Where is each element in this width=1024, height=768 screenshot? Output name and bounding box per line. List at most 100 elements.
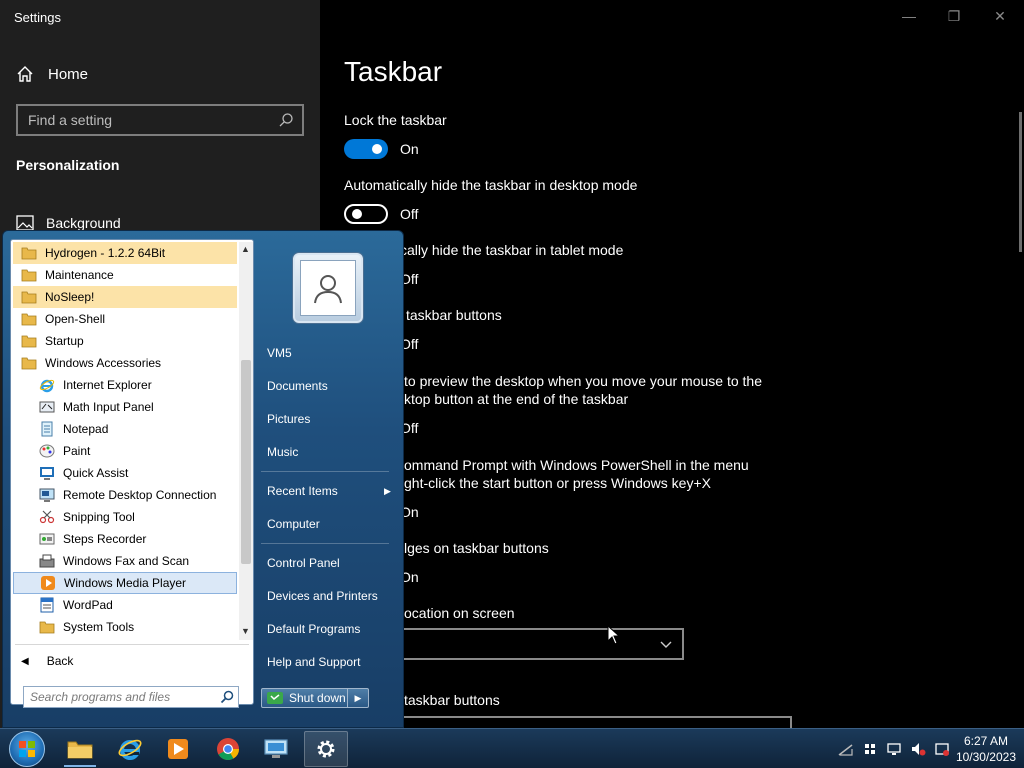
program-list-item[interactable]: NoSleep! (13, 286, 237, 308)
display-icon[interactable] (886, 741, 902, 757)
program-list-item[interactable]: Quick Assist (13, 462, 237, 484)
action-center-icon[interactable] (934, 741, 950, 757)
scroll-up-icon[interactable]: ▲ (241, 244, 250, 254)
lock-taskbar-toggle[interactable] (344, 139, 388, 159)
lock-taskbar-state: On (400, 141, 419, 157)
search-icon[interactable] (278, 112, 294, 128)
find-setting-input[interactable] (28, 112, 268, 128)
minimize-button[interactable]: — (895, 6, 923, 26)
sidebar-item-background[interactable]: Background (16, 215, 121, 231)
program-list-item[interactable]: Math Input Panel (13, 396, 237, 418)
taskbar-settings[interactable] (304, 731, 348, 767)
settings-scrollbar[interactable] (1019, 112, 1022, 252)
system-clock[interactable]: 6:27 AM 10/30/2023 (956, 733, 1016, 765)
clock-date: 10/30/2023 (955, 750, 1016, 764)
back-button[interactable]: ◀ Back (21, 654, 73, 668)
volume-muted-icon[interactable] (910, 741, 926, 757)
ie-icon (39, 377, 55, 393)
program-label: Windows Accessories (45, 356, 162, 370)
documents-link[interactable]: Documents (267, 379, 328, 393)
program-label: Steps Recorder (63, 532, 147, 546)
program-list-item[interactable]: System Tools (13, 616, 237, 638)
find-setting-search[interactable] (16, 104, 304, 136)
programs-scrollbar[interactable]: ▲ ▼ (239, 242, 253, 640)
program-list-item[interactable]: Snipping Tool (13, 506, 237, 528)
chrome-icon (217, 738, 239, 760)
folder-icon (21, 311, 37, 327)
computer-link[interactable]: Computer (267, 517, 320, 531)
math-icon (39, 399, 55, 415)
folder-icon (21, 267, 37, 283)
autohide-desktop-toggle[interactable] (344, 204, 388, 224)
scroll-down-icon[interactable]: ▼ (241, 626, 250, 636)
program-list-item[interactable]: Paint (13, 440, 237, 462)
program-label: Internet Explorer (63, 378, 152, 392)
taskbar-chrome[interactable] (206, 731, 250, 767)
program-list-item[interactable]: Notepad (13, 418, 237, 440)
divider (261, 543, 389, 544)
help-support-link[interactable]: Help and Support (267, 655, 360, 669)
user-folder-link[interactable]: VM5 (267, 346, 292, 360)
pictures-link[interactable]: Pictures (267, 412, 310, 426)
peek-label-line2: ktop button at the end of the taskbar (404, 391, 629, 407)
combine-label: taskbar buttons (404, 692, 500, 708)
program-list-item[interactable]: Maintenance (13, 264, 237, 286)
scroll-thumb[interactable] (241, 360, 251, 564)
program-list-item[interactable]: Remote Desktop Connection (13, 484, 237, 506)
clock-time: 6:27 AM (963, 734, 1008, 748)
program-list-item[interactable]: Windows Fax and Scan (13, 550, 237, 572)
start-button[interactable] (9, 731, 45, 767)
program-label: Paint (63, 444, 91, 458)
divider (261, 471, 389, 472)
taskbar-media-player[interactable] (156, 731, 200, 767)
shutdown-button[interactable]: Shut down (262, 689, 348, 707)
paint-icon (39, 443, 55, 459)
restore-button[interactable]: ❐ (940, 6, 968, 26)
folder-icon (21, 333, 37, 349)
autohide-tablet-label: cally hide the taskbar in tablet mode (400, 242, 624, 258)
program-list-item[interactable]: Hydrogen - 1.2.2 64Bit (13, 242, 237, 264)
program-label: Quick Assist (63, 466, 129, 480)
program-list-item[interactable]: Windows Accessories (13, 352, 237, 374)
network-disconnected-icon[interactable] (838, 741, 854, 757)
programs-panel: Hydrogen - 1.2.2 64Bit Maintenance NoSleep… (10, 239, 254, 708)
control-panel-link[interactable]: Control Panel (267, 556, 340, 570)
recent-items-link[interactable]: Recent Items (267, 484, 338, 498)
taskbar-file-explorer[interactable] (58, 731, 102, 767)
shutdown-options-arrow[interactable]: ▶ (348, 689, 368, 707)
user-picture[interactable] (293, 253, 363, 323)
close-button[interactable]: ✕ (986, 6, 1014, 26)
location-label: ocation on screen (404, 605, 515, 621)
folder-icon (21, 355, 37, 371)
program-list-item[interactable]: Startup (13, 330, 237, 352)
program-label: WordPad (63, 598, 113, 612)
shutdown-button-group: Shut down ▶ (261, 688, 369, 708)
back-arrow-icon: ◀ (21, 655, 29, 667)
wordpad-icon (39, 597, 55, 613)
start-search-input[interactable] (30, 690, 210, 704)
assist-icon (39, 465, 55, 481)
devices-printers-link[interactable]: Devices and Printers (267, 589, 378, 603)
snip-icon (39, 509, 55, 525)
home-nav-item[interactable]: Home (16, 62, 88, 86)
taskbar-remote-desktop[interactable] (254, 731, 298, 767)
shutdown-label: Shut down (289, 691, 346, 705)
mouse-cursor-icon (607, 625, 621, 645)
notepad-icon (39, 421, 55, 437)
program-list-item[interactable]: Windows Media Player (13, 572, 237, 594)
search-icon[interactable] (220, 690, 234, 704)
program-label: Remote Desktop Connection (63, 488, 217, 502)
program-list-item[interactable]: Steps Recorder (13, 528, 237, 550)
music-link[interactable]: Music (267, 445, 298, 459)
security-shield-icon[interactable] (862, 741, 878, 757)
program-label: Startup (45, 334, 84, 348)
divider (15, 644, 249, 645)
program-list-item[interactable]: WordPad (13, 594, 237, 616)
program-label: Maintenance (45, 268, 114, 282)
program-label: Open-Shell (45, 312, 106, 326)
default-programs-link[interactable]: Default Programs (267, 622, 360, 636)
program-list-item[interactable]: Internet Explorer (13, 374, 237, 396)
taskbar-internet-explorer[interactable] (108, 731, 152, 767)
program-list-item[interactable]: Open-Shell (13, 308, 237, 330)
start-search-box[interactable] (23, 686, 239, 708)
